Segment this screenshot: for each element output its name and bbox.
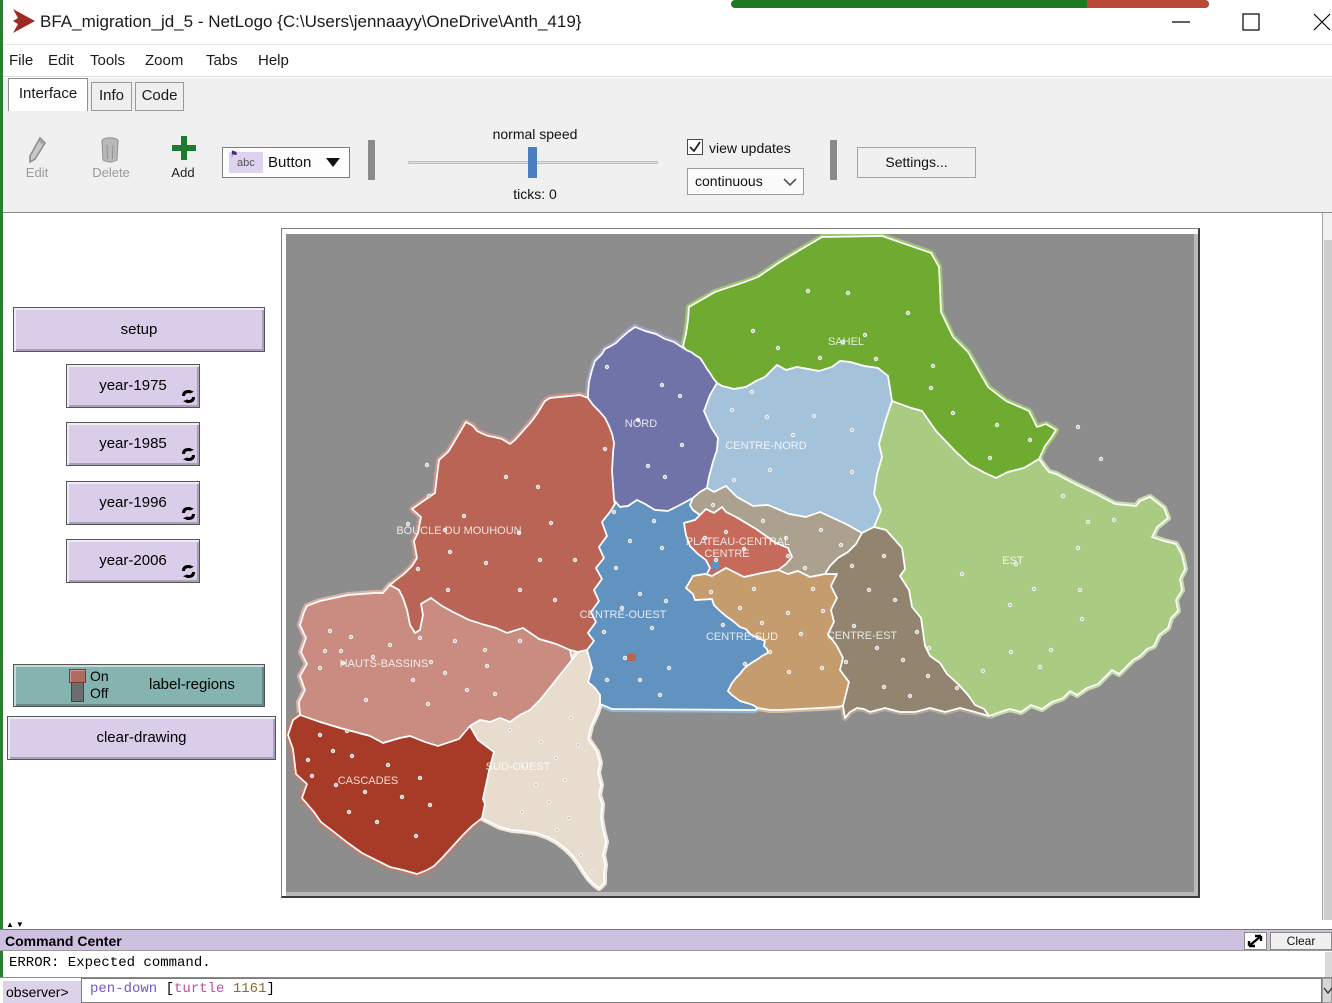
svg-text:CENTRE-OUEST: CENTRE-OUEST — [580, 609, 667, 621]
svg-text:CENTRE-SUD: CENTRE-SUD — [706, 631, 778, 643]
svg-text:NORD: NORD — [625, 418, 657, 430]
svg-text:SUD-OUEST: SUD-OUEST — [486, 761, 551, 773]
svg-text:HAUTS-BASSINS: HAUTS-BASSINS — [340, 658, 429, 670]
svg-text:CASCADES: CASCADES — [338, 775, 399, 787]
svg-text:PLATEAU-CENTRAL: PLATEAU-CENTRAL — [686, 536, 790, 548]
svg-text:BOUCLE DU MOUHOUN: BOUCLE DU MOUHOUN — [396, 525, 521, 537]
svg-text:EST: EST — [1002, 555, 1024, 567]
svg-text:CENTRE-NORD: CENTRE-NORD — [725, 440, 806, 452]
svg-text:SAHEL: SAHEL — [828, 336, 864, 348]
svg-text:CENTRE: CENTRE — [704, 548, 749, 560]
svg-text:CENTRE-EST: CENTRE-EST — [827, 630, 898, 642]
